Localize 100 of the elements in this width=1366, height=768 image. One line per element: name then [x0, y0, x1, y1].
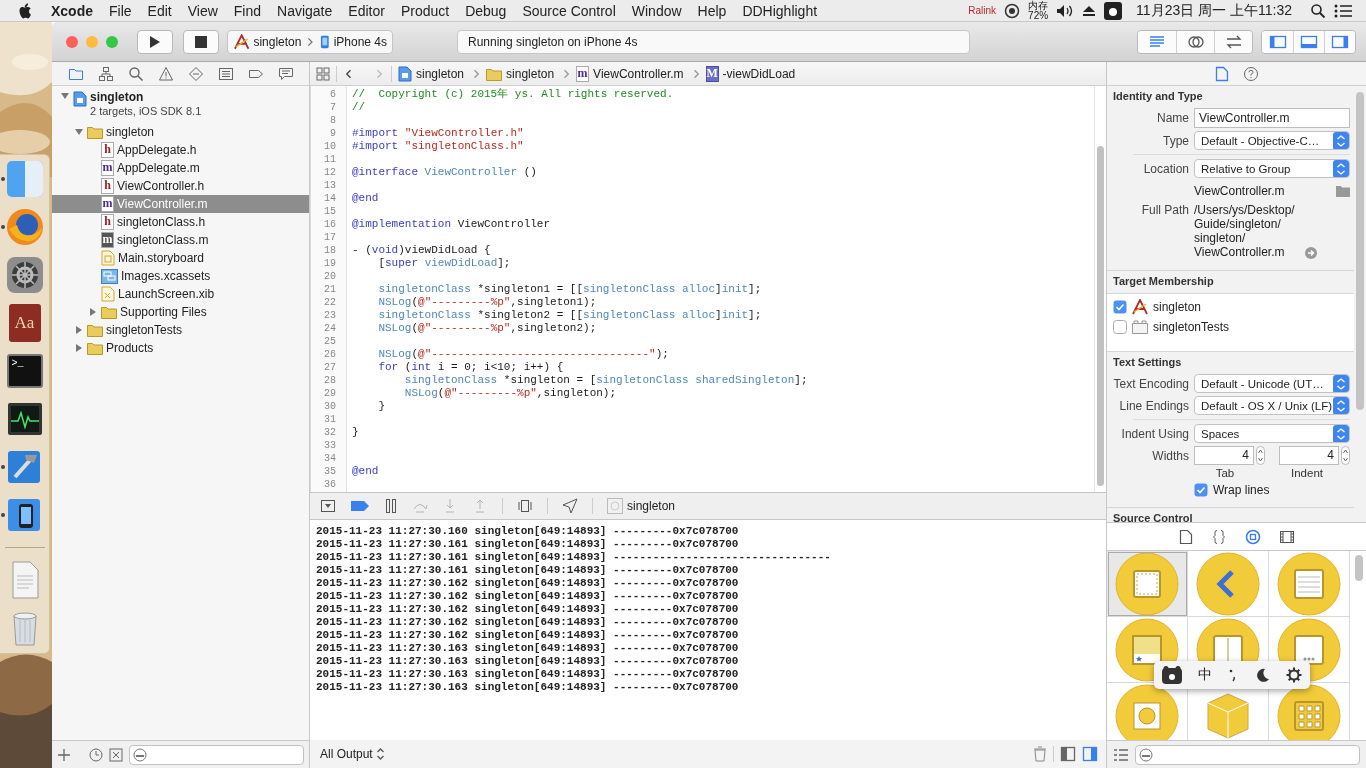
navigator-row[interactable]: Products [52, 339, 309, 357]
type-popup[interactable]: Default - Objective-C… [1194, 131, 1350, 150]
globe-icon[interactable] [4, 207, 45, 247]
menu-item[interactable]: Product [392, 2, 458, 19]
navigator-row[interactable]: h AppDelegate.h [52, 141, 309, 159]
disclosure-triangle[interactable] [74, 325, 84, 335]
stop-button[interactable] [183, 29, 219, 54]
boxed-x-icon[interactable] [109, 747, 123, 762]
stepper[interactable] [1341, 446, 1350, 465]
input-mode-button[interactable]: 中 [1198, 666, 1212, 684]
navigator-row[interactable]: h singletonClass.h [52, 213, 309, 231]
split-square-icon[interactable] [4, 159, 45, 199]
debug-panel-toggle[interactable] [1293, 30, 1324, 53]
scheme-name[interactable]: singleton [253, 34, 302, 49]
location-arrow-icon[interactable] [562, 498, 578, 514]
navigator-row[interactable]: h ViewController.h [52, 177, 309, 195]
breakpoints-toggle[interactable] [350, 500, 370, 512]
disclosure-triangle[interactable] [74, 343, 84, 353]
folder-icon[interactable] [1336, 184, 1350, 197]
navigator-panel-toggle[interactable] [1262, 30, 1293, 53]
eject-icon[interactable] [1082, 3, 1097, 18]
list-tab[interactable] [218, 65, 234, 82]
navigator-row[interactable]: m AppDelegate.m [52, 159, 309, 177]
path-item[interactable]: singleton [416, 66, 465, 81]
filter-field[interactable] [1135, 744, 1360, 765]
help-tab[interactable] [1242, 65, 1259, 82]
scroll-bar[interactable] [1356, 92, 1364, 410]
scroll-bar[interactable] [1355, 555, 1363, 581]
moon-icon[interactable] [1254, 667, 1270, 683]
menu-list-icon[interactable] [1334, 3, 1352, 18]
left-pane-toggle[interactable] [1060, 746, 1076, 762]
name-field[interactable]: ViewController.m [1194, 108, 1350, 128]
menu-item[interactable]: Help [689, 2, 735, 19]
scroll-bar[interactable] [1097, 146, 1104, 486]
disclosure-triangle[interactable] [60, 91, 70, 101]
braces-tab[interactable] [1210, 528, 1227, 545]
version-editor-button[interactable] [1214, 30, 1252, 53]
related-items-icon[interactable] [316, 66, 330, 81]
book-icon[interactable]: Aa [8, 304, 41, 342]
menu-item[interactable]: Editor [340, 2, 393, 19]
object-library-tab[interactable] [1244, 528, 1261, 545]
indent-width-field[interactable]: 4 [1279, 446, 1339, 465]
disclosure-triangle[interactable] [74, 127, 84, 137]
trash-icon[interactable] [1033, 746, 1047, 762]
settings-icon[interactable] [1286, 667, 1302, 683]
app-logo-icon[interactable] [1104, 1, 1123, 20]
warning-tab[interactable] [158, 65, 174, 82]
film-strip-tab[interactable] [1278, 528, 1295, 545]
assistant-editor-button[interactable] [1176, 30, 1214, 53]
gauge-icon[interactable] [1004, 2, 1021, 19]
indent-popup[interactable]: Spaces [1194, 424, 1350, 443]
line-endings-popup[interactable]: Default - OS X / Unix (LF) [1194, 396, 1350, 415]
app-menu[interactable]: Xcode [33, 2, 101, 19]
target-checkbox[interactable] [1113, 300, 1127, 314]
filter-field[interactable] [129, 744, 304, 765]
navigator-row[interactable]: LaunchScreen.xib [52, 285, 309, 303]
speech-bubble-tab[interactable] [278, 65, 294, 82]
clock[interactable]: 11月23日 周一 上午11:32 [1136, 1, 1292, 20]
menu-item[interactable]: File [101, 2, 140, 19]
wrap-lines-checkbox[interactable] [1194, 482, 1208, 497]
run-button[interactable] [137, 29, 173, 54]
file-inspector-tab[interactable] [1214, 65, 1229, 82]
apple-icon[interactable] [19, 2, 33, 19]
navigator-row[interactable]: m singletonClass.m [52, 231, 309, 249]
menu-item[interactable]: Source Control [514, 2, 624, 19]
disclosure-triangle[interactable] [88, 307, 98, 317]
menu-item[interactable]: Edit [139, 2, 180, 19]
navigator-row[interactable]: Main.storyboard [52, 249, 309, 267]
gear-icon[interactable] [4, 255, 45, 295]
stepper[interactable] [1256, 446, 1265, 465]
right-pane-toggle[interactable] [1082, 746, 1098, 762]
view-debugger-icon[interactable] [517, 498, 533, 514]
utilities-panel-toggle[interactable] [1324, 30, 1355, 53]
terminal-icon[interactable]: >_ [6, 354, 43, 388]
output-filter-popup[interactable]: All Output [320, 747, 385, 761]
add-icon[interactable] [57, 747, 71, 762]
navigator-row[interactable]: Supporting Files [52, 303, 309, 321]
menu-item[interactable]: View [179, 2, 226, 19]
punctuation-icon[interactable] [1228, 668, 1238, 682]
path-item[interactable]: -viewDidLoad [722, 66, 796, 81]
tab-width-field[interactable]: 4 [1194, 446, 1254, 465]
hide-debug-icon[interactable] [320, 498, 336, 514]
close-button[interactable] [66, 35, 78, 48]
target-checkbox[interactable] [1113, 320, 1127, 334]
encoding-popup[interactable]: Default - Unicode (UT… [1194, 374, 1350, 393]
menu-item[interactable]: Find [225, 2, 270, 19]
search-icon[interactable] [1310, 2, 1326, 19]
paw-logo-icon[interactable] [1162, 666, 1182, 684]
menu-item[interactable]: Navigate [269, 2, 341, 19]
list-view-icon[interactable] [1113, 747, 1129, 762]
menu-item[interactable]: Window [623, 2, 690, 19]
file-template-tab[interactable] [1178, 528, 1193, 545]
search-tab[interactable] [128, 65, 144, 82]
volume-icon[interactable] [1056, 3, 1075, 18]
navigator-row[interactable]: Images.xcassets [52, 267, 309, 285]
location-popup[interactable]: Relative to Group [1194, 159, 1350, 178]
hierarchy-tab[interactable] [98, 65, 114, 82]
path-item[interactable]: ViewController.m [593, 66, 684, 81]
pause-icon[interactable] [384, 498, 398, 514]
navigator-row[interactable]: singletonTests [52, 321, 309, 339]
